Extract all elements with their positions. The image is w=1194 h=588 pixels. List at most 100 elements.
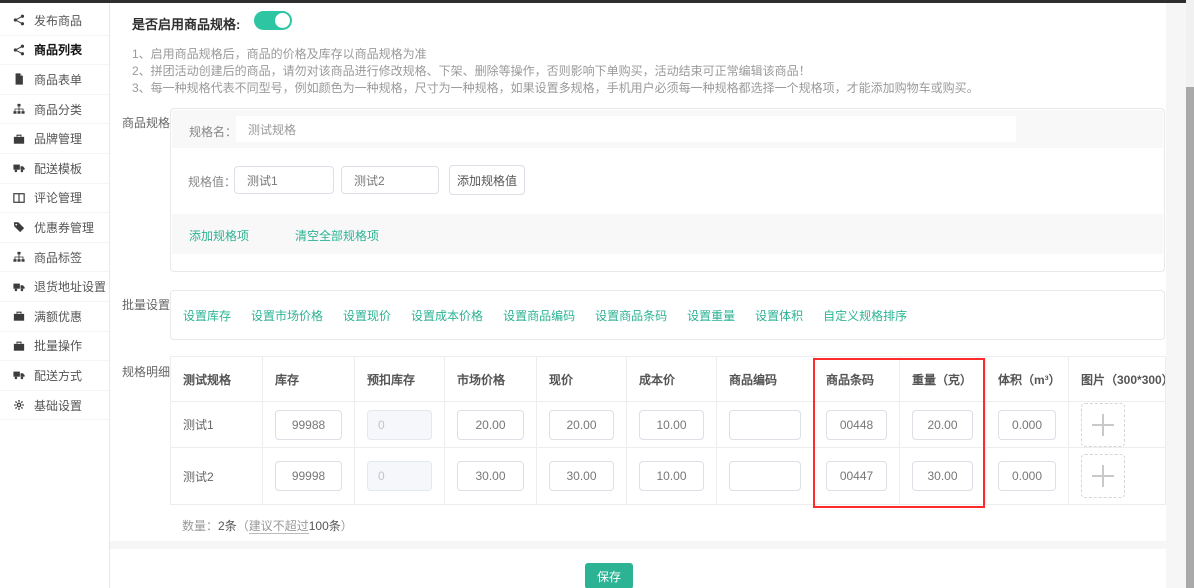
price-input[interactable] — [549, 410, 614, 440]
briefcase-icon — [13, 310, 27, 322]
sidebar-item-优惠券管理[interactable]: 优惠券管理 — [0, 213, 109, 243]
col-header-cost: 成本价 — [627, 357, 717, 402]
weight-input[interactable] — [912, 410, 973, 440]
sidebar-item-label: 品牌管理 — [34, 130, 82, 147]
sidebar-item-label: 商品列表 — [34, 41, 82, 58]
table-header-row: 测试规格 库存 预扣库存 市场价格 现价 成本价 商品编码 商品条码 重量（克）… — [171, 357, 1166, 402]
batch-link-设置商品条码[interactable]: 设置商品条码 — [595, 307, 667, 324]
batch-link-自定义规格排序[interactable]: 自定义规格排序 — [823, 307, 907, 324]
col-header-barcode: 商品条码 — [814, 357, 900, 402]
batch-link-设置成本价格[interactable]: 设置成本价格 — [411, 307, 483, 324]
spec-box: 规格名： 规格值： 添加规格值 添加规格项 清空全部规格项 — [170, 108, 1165, 272]
image-upload-button[interactable] — [1081, 403, 1125, 447]
code-input[interactable] — [729, 410, 801, 440]
sidebar-item-label: 配送方式 — [34, 367, 82, 384]
sitemap-icon — [13, 251, 27, 263]
note-line: 1、启用商品规格后，商品的价格及库存以商品规格为准 — [132, 46, 979, 63]
enable-spec-toggle[interactable] — [254, 11, 292, 30]
spec-value-label: 规格值： — [188, 173, 236, 190]
sidebar-item-品牌管理[interactable]: 品牌管理 — [0, 124, 109, 154]
batch-link-设置商品编码[interactable]: 设置商品编码 — [503, 307, 575, 324]
weight-input[interactable] — [912, 461, 973, 491]
sidebar-item-配送模板[interactable]: 配送模板 — [0, 154, 109, 184]
batch-link-设置市场价格[interactable]: 设置市场价格 — [251, 307, 323, 324]
batch-link-设置现价[interactable]: 设置现价 — [343, 307, 391, 324]
main-content: 是否启用商品规格: 1、启用商品规格后，商品的价格及库存以商品规格为准 2、拼团… — [110, 3, 1166, 588]
batch-section-label: 批量设置 — [122, 296, 170, 313]
cost-price-input[interactable] — [639, 461, 704, 491]
sidebar-item-发布商品[interactable]: 发布商品 — [0, 6, 109, 36]
row-count-text: 数量：2条（建议不超过100条） — [182, 517, 353, 534]
batch-link-设置库存[interactable]: 设置库存 — [183, 307, 231, 324]
cost-price-input[interactable] — [639, 410, 704, 440]
tag-icon — [13, 221, 27, 233]
col-header-spec: 测试规格 — [171, 357, 263, 402]
sidebar-item-label: 批量操作 — [34, 337, 82, 354]
hold-stock-input — [367, 461, 432, 491]
file-icon — [13, 73, 27, 85]
product-spec-page: 发布商品商品列表商品表单商品分类品牌管理配送模板评论管理优惠券管理商品标签退货地… — [0, 0, 1194, 588]
sidebar-item-label: 优惠券管理 — [34, 219, 94, 236]
stock-input[interactable] — [275, 461, 342, 491]
truck-icon — [13, 162, 27, 174]
market-price-input[interactable] — [457, 410, 524, 440]
col-header-image: 图片（300*300） — [1069, 357, 1166, 402]
batch-link-设置重量[interactable]: 设置重量 — [687, 307, 735, 324]
row-name: 测试2 — [171, 448, 263, 505]
volume-input[interactable] — [998, 410, 1056, 440]
code-input[interactable] — [729, 461, 801, 491]
share-icon — [13, 14, 27, 26]
scrollbar-thumb[interactable] — [1186, 87, 1194, 588]
note-line: 3、每一种规格代表不同型号，例如颜色为一种规格，尺寸为一种规格，如果设置多规格，… — [132, 80, 979, 97]
volume-input[interactable] — [998, 461, 1056, 491]
col-header-volume: 体积（m³） — [986, 357, 1069, 402]
add-spec-item-link[interactable]: 添加规格项 — [189, 227, 249, 244]
sidebar: 发布商品商品列表商品表单商品分类品牌管理配送模板评论管理优惠券管理商品标签退货地… — [0, 3, 110, 588]
sidebar-item-批量操作[interactable]: 批量操作 — [0, 332, 109, 362]
sidebar-item-基础设置[interactable]: 基础设置 — [0, 391, 109, 421]
barcode-input[interactable] — [826, 410, 887, 440]
price-input[interactable] — [549, 461, 614, 491]
vertical-scrollbar[interactable] — [1186, 0, 1194, 588]
stock-input[interactable] — [275, 410, 342, 440]
footer-divider — [110, 541, 1166, 549]
sidebar-item-label: 基础设置 — [34, 397, 82, 414]
col-header-hold: 预扣库存 — [355, 357, 445, 402]
sidebar-item-评论管理[interactable]: 评论管理 — [0, 184, 109, 214]
sidebar-item-商品分类[interactable]: 商品分类 — [0, 95, 109, 125]
save-button[interactable]: 保存 — [585, 563, 633, 588]
sidebar-item-退货地址设置[interactable]: 退货地址设置 — [0, 272, 109, 302]
page-gap — [1166, 3, 1186, 588]
briefcase-icon — [13, 133, 27, 145]
spec-value-input-2[interactable] — [341, 166, 439, 194]
hold-stock-input — [367, 410, 432, 440]
sidebar-item-label: 商品标签 — [34, 249, 82, 266]
sidebar-item-label: 满额优惠 — [34, 308, 82, 325]
batch-box: 设置库存 设置市场价格 设置现价 设置成本价格 设置商品编码 设置商品条码 设置重量 设置体积… — [170, 290, 1165, 340]
spec-name-row: 规格名： — [172, 110, 1163, 148]
barcode-input[interactable] — [826, 461, 887, 491]
sidebar-item-商品表单[interactable]: 商品表单 — [0, 65, 109, 95]
spec-value-input-1[interactable] — [234, 166, 334, 194]
sidebar-item-配送方式[interactable]: 配送方式 — [0, 361, 109, 391]
clear-all-spec-link[interactable]: 清空全部规格项 — [295, 227, 379, 244]
spec-name-input[interactable] — [236, 116, 1016, 142]
market-price-input[interactable] — [457, 461, 524, 491]
add-spec-value-button[interactable]: 添加规格值 — [449, 165, 525, 195]
spec-links-row: 添加规格项 清空全部规格项 — [172, 214, 1163, 254]
spec-name-label: 规格名： — [189, 123, 237, 140]
batch-link-设置体积[interactable]: 设置体积 — [755, 307, 803, 324]
col-header-market: 市场价格 — [445, 357, 537, 402]
sidebar-item-商品标签[interactable]: 商品标签 — [0, 243, 109, 273]
image-upload-button[interactable] — [1081, 454, 1125, 498]
enable-spec-toggle-label: 是否启用商品规格: — [132, 14, 240, 33]
plus-icon — [1090, 463, 1116, 489]
spec-section-label: 商品规格 — [122, 114, 170, 131]
note-line: 2、拼团活动创建后的商品，请勿对该商品进行修改规格、下架、删除等操作，否则影响下… — [132, 63, 979, 80]
sidebar-item-label: 商品表单 — [34, 71, 82, 88]
columns-icon — [13, 192, 27, 204]
sidebar-item-商品列表[interactable]: 商品列表 — [0, 36, 109, 66]
gear-icon — [13, 399, 27, 411]
sidebar-item-满额优惠[interactable]: 满额优惠 — [0, 302, 109, 332]
sitemap-icon — [13, 103, 27, 115]
